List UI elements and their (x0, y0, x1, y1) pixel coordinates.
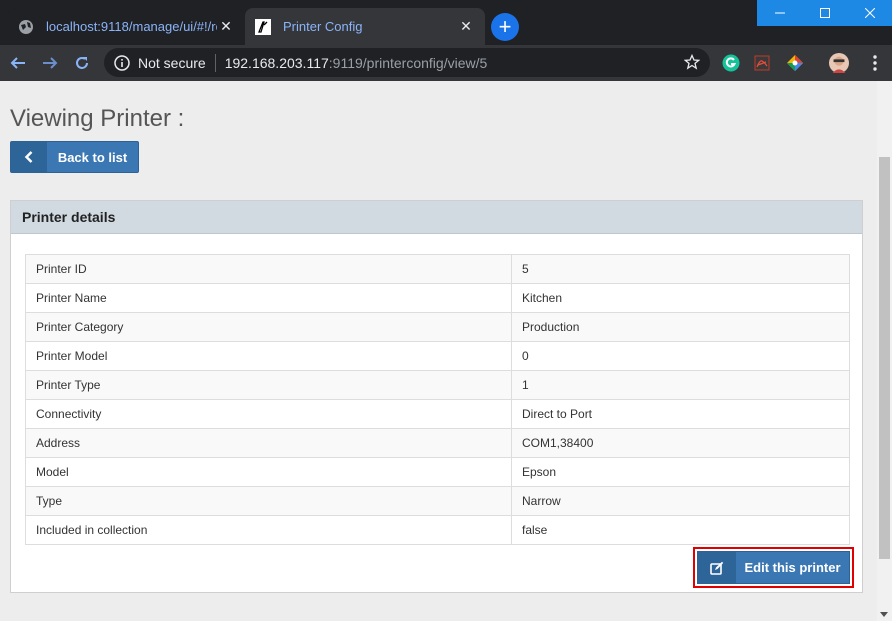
detail-label: Printer Name (25, 283, 512, 313)
table-row: Model Epson (25, 457, 850, 487)
table-row: Type Narrow (25, 486, 850, 516)
globe-icon (18, 19, 34, 35)
detail-value: COM1,38400 (511, 428, 850, 458)
edit-printer-label: Edit this printer (744, 560, 841, 575)
page-content: Viewing Printer : Back to list Printer d… (0, 81, 892, 621)
reload-button[interactable] (69, 50, 95, 76)
pdf-extension-icon[interactable] (752, 53, 772, 73)
table-row: Connectivity Direct to Port (25, 399, 850, 429)
colorpicker-extension-icon[interactable] (785, 53, 805, 73)
scroll-down-arrow-icon[interactable] (880, 612, 888, 617)
detail-value: Production (511, 312, 850, 342)
table-row: Included in collection false (25, 515, 850, 545)
detail-value: Epson (511, 457, 850, 487)
minimize-button[interactable] (757, 0, 802, 26)
tab-title: localhost:9118/manage/ui/#!/roo (46, 19, 217, 34)
grammarly-extension-icon[interactable] (721, 53, 741, 73)
detail-value: 0 (511, 341, 850, 371)
detail-label: Printer Type (25, 370, 512, 400)
table-row: Printer Type 1 (25, 370, 850, 400)
more-vertical-icon (873, 55, 877, 71)
table-row: Printer ID 5 (25, 254, 850, 284)
close-tab-icon[interactable]: ✕ (217, 18, 235, 36)
url-path: :9119/printerconfig/view/5 (328, 54, 488, 71)
tab-title: Printer Config (283, 19, 363, 34)
chevron-left-icon (11, 142, 47, 172)
detail-label: Type (25, 486, 512, 516)
table-row: Printer Name Kitchen (25, 283, 850, 313)
arrow-left-icon (10, 57, 25, 69)
detail-label: Printer Category (25, 312, 512, 342)
edit-icon (698, 552, 736, 583)
back-nav-button[interactable] (5, 50, 31, 76)
url-host: 192.168.203.117 (224, 54, 329, 71)
reload-icon (76, 57, 88, 69)
detail-value: 1 (511, 370, 850, 400)
printer-details-panel: Printer details Printer ID 5 Printer Name K… (10, 200, 863, 593)
detail-label: Printer ID (25, 254, 512, 284)
arrow-right-icon (43, 57, 58, 69)
profile-avatar[interactable] (829, 53, 849, 73)
tab-localhost[interactable]: localhost:9118/manage/ui/#!/roo ✕ (8, 8, 245, 45)
tab-strip: localhost:9118/manage/ui/#!/roo ✕ Printe… (0, 0, 892, 45)
info-icon[interactable] (114, 54, 130, 71)
detail-label: Included in collection (25, 515, 512, 545)
detail-label: Address (25, 428, 512, 458)
page-title: Viewing Printer : (10, 105, 185, 132)
browser-toolbar: Not secure 192.168.203.117 :9119/printer… (0, 45, 892, 81)
close-window-button[interactable] (847, 0, 892, 26)
detail-value: false (511, 515, 850, 545)
maximize-button[interactable] (802, 0, 847, 26)
bookmark-star-icon[interactable] (683, 53, 701, 70)
printer-details-table: Printer ID 5 Printer Name Kitchen Printer Ca… (25, 254, 850, 545)
detail-value: 5 (511, 254, 850, 284)
app-logo-icon (255, 18, 271, 35)
detail-label: Model (25, 457, 512, 487)
address-bar[interactable]: Not secure 192.168.203.117 :9119/printer… (104, 48, 710, 77)
detail-value: Narrow (511, 486, 850, 516)
back-to-list-button[interactable]: Back to list (10, 141, 139, 173)
browser-menu-button[interactable] (865, 53, 885, 73)
table-row: Address COM1,38400 (25, 428, 850, 458)
maximize-icon (819, 8, 830, 18)
detail-value: Direct to Port (511, 399, 850, 429)
detail-value: Kitchen (511, 283, 850, 313)
close-tab-icon[interactable]: ✕ (457, 18, 475, 36)
forward-nav-button[interactable] (37, 50, 63, 76)
divider (214, 53, 216, 72)
detail-label: Connectivity (25, 399, 512, 429)
security-label[interactable]: Not secure (138, 55, 206, 71)
scrollbar-thumb[interactable] (879, 157, 890, 559)
table-row: Printer Model 0 (25, 341, 850, 371)
tab-printer-config[interactable]: Printer Config ✕ (245, 8, 485, 45)
edit-printer-button[interactable]: Edit this printer (697, 551, 850, 584)
page-scrollbar[interactable] (877, 81, 892, 621)
detail-label: Printer Model (25, 341, 512, 371)
panel-title: Printer details (11, 201, 862, 234)
new-tab-button[interactable]: + (491, 13, 519, 41)
table-row: Printer Category Production (25, 312, 850, 342)
edit-button-highlight: Edit this printer (693, 547, 854, 588)
close-icon (864, 8, 875, 18)
back-to-list-label: Back to list (57, 149, 128, 165)
minimize-icon (774, 12, 785, 14)
